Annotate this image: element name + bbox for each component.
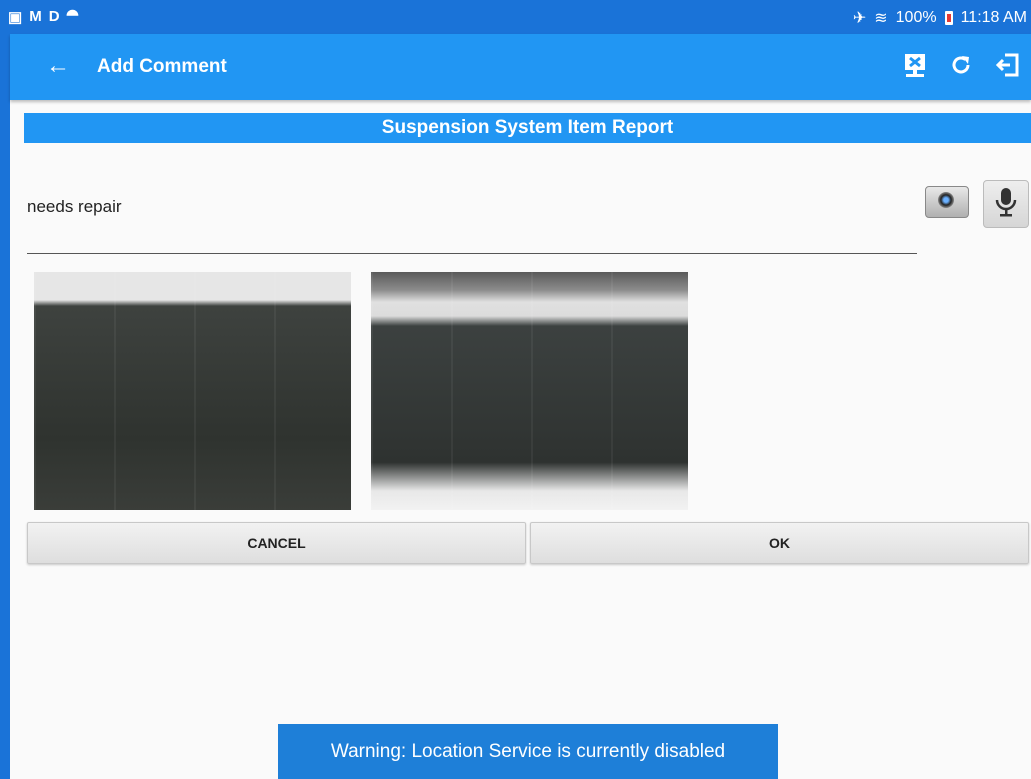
battery-percent: 100%	[895, 9, 937, 26]
status-right: ✈ ≋ 100% 11:18 AM	[853, 8, 1027, 28]
app-bar: ← Add Comment	[10, 34, 1031, 100]
wifi-icon: ≋	[874, 10, 888, 27]
m-indicator: M	[29, 8, 43, 25]
status-left-icons: ▣ M D ⯊	[8, 8, 79, 26]
mute-icon: ✈	[852, 10, 867, 27]
sync-icon[interactable]	[903, 52, 927, 83]
comment-underline	[27, 253, 917, 254]
usb-icon: ⯊	[66, 8, 80, 25]
left-edge	[0, 34, 10, 779]
microphone-icon	[995, 187, 1017, 222]
attached-photo-2[interactable]	[371, 272, 688, 510]
section-header: Suspension System Item Report	[24, 113, 1031, 143]
logout-icon[interactable]	[995, 52, 1021, 83]
microphone-button[interactable]	[983, 180, 1029, 228]
ok-button[interactable]: OK	[530, 522, 1029, 564]
refresh-icon[interactable]	[949, 53, 973, 82]
camera-button[interactable]	[920, 180, 970, 220]
battery-icon	[944, 11, 953, 25]
app-bar-actions	[903, 52, 1021, 83]
comment-field[interactable]: needs repair	[27, 197, 122, 217]
attached-photo-1[interactable]	[34, 272, 351, 510]
status-bar: ▣ M D ⯊ ✈ ≋ 100% 11:18 AM	[0, 0, 1031, 34]
warning-toast: Warning: Location Service is currently d…	[278, 724, 778, 779]
cancel-button[interactable]: CANCEL	[27, 522, 526, 564]
screenshot-icon: ▣	[8, 9, 24, 26]
d-indicator: D	[48, 8, 61, 25]
page-title: Add Comment	[97, 56, 227, 77]
back-arrow-icon[interactable]: ←	[46, 52, 70, 80]
clock: 11:18 AM	[960, 9, 1027, 26]
